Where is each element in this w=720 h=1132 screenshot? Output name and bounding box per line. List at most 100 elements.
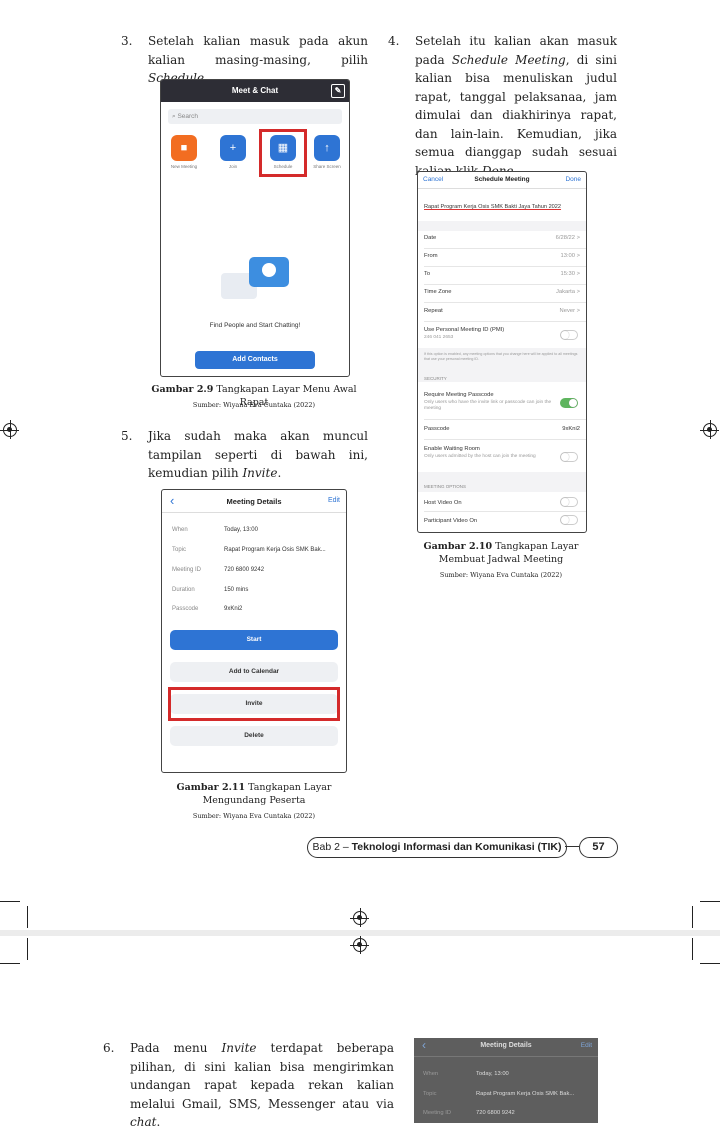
meeting-options-header: MEETING OPTIONS: [418, 472, 586, 492]
meet-chat-title: Meet & Chat: [231, 86, 279, 95]
date-value: 6/28/22 >: [555, 235, 580, 241]
step-3-number: 3.: [121, 34, 133, 48]
participant-video-toggle[interactable]: [560, 515, 578, 525]
step-5-text: Jika sudah maka akan muncul tampilan sep…: [148, 429, 368, 480]
meeting-id-label: Meeting ID: [423, 1110, 452, 1116]
schedule-meeting-screenshot: Cancel Schedule Meeting Done Rapat Progr…: [417, 171, 587, 533]
video-camera-icon: ■: [180, 142, 188, 154]
duration-value: 150 mins: [224, 587, 249, 593]
passcode-label: Passcode: [172, 606, 199, 612]
pmi-toggle[interactable]: [560, 330, 578, 340]
duration-label: Duration: [172, 587, 195, 593]
page-number: 57: [579, 837, 618, 858]
new-meeting-label: New Meeting: [170, 164, 198, 169]
time-zone-value: Jakarta >: [555, 289, 580, 295]
from-label: From: [424, 253, 438, 259]
when-label: When: [172, 527, 188, 533]
schedule-meeting-title: Schedule Meeting: [474, 176, 530, 183]
passcode-label: Passcode: [424, 426, 450, 432]
passcode-value: 9xKni2: [224, 606, 243, 612]
meeting-id-value: 720 6800 9242: [476, 1110, 515, 1116]
require-passcode-toggle[interactable]: [560, 398, 578, 408]
crop-mark: [700, 963, 720, 964]
page-gap: [0, 930, 720, 936]
registration-mark-icon: [700, 420, 719, 439]
schedule-label: Schedule: [273, 164, 293, 169]
meeting-details-screenshot: ‹ Meeting Details Edit When Today, 13:00…: [161, 489, 347, 773]
to-label: To: [424, 271, 431, 277]
step-4-number: 4.: [388, 34, 400, 48]
participant-video-label: Participant Video On: [424, 518, 478, 524]
chapter-prefix: Bab 2 –: [312, 841, 352, 853]
upload-icon: ↑: [324, 142, 330, 154]
registration-mark-icon: [0, 420, 19, 439]
meeting-id-value: 720 6800 9242: [224, 567, 265, 573]
crop-mark: [692, 938, 693, 960]
delete-button[interactable]: Delete: [170, 726, 338, 746]
passcode-value: 9xKni2: [562, 426, 580, 432]
search-placeholder: Search: [177, 113, 199, 120]
security-header: SECURITY: [418, 370, 586, 382]
compose-icon[interactable]: ✎: [331, 84, 345, 98]
add-to-calendar-button[interactable]: Add to Calendar: [170, 662, 338, 682]
edit-button[interactable]: Edit: [328, 497, 340, 504]
pmi-value: 246 041 2653: [424, 335, 454, 340]
crop-mark: [27, 906, 28, 928]
waiting-room-toggle[interactable]: [560, 452, 578, 462]
start-button[interactable]: Start: [170, 630, 338, 650]
share-screen-label: Share Screen: [313, 164, 341, 169]
new-meeting-button[interactable]: ■: [171, 135, 197, 161]
step-6-text: Pada menu Invite terdapat beberapa pilih…: [130, 1041, 394, 1129]
edit-button[interactable]: Edit: [581, 1042, 592, 1049]
to-value: 15:30 >: [560, 271, 580, 277]
crop-mark: [700, 901, 720, 902]
pmi-note: If this option is enabled, any meeting o…: [418, 348, 586, 370]
topic-value: Rapat Program Kerja Osis SMK Bak...: [224, 547, 326, 553]
plus-icon: +: [229, 142, 237, 154]
search-input[interactable]: ⌕ Search: [168, 109, 342, 124]
meeting-details-title: Meeting Details: [480, 1042, 532, 1049]
when-value: Today, 13:00: [476, 1071, 509, 1077]
join-label: Join: [228, 164, 238, 169]
repeat-label: Repeat: [424, 308, 443, 314]
footer-connector: [565, 846, 579, 847]
registration-mark-icon: [350, 908, 369, 927]
share-screen-button[interactable]: ↑: [314, 135, 340, 161]
empty-state-text: Find People and Start Chatting!: [209, 322, 301, 329]
meet-chat-header: Meet & Chat ✎: [161, 80, 349, 102]
add-contacts-button[interactable]: Add Contacts: [195, 351, 315, 369]
host-video-toggle[interactable]: [560, 497, 578, 507]
date-label: Date: [424, 235, 437, 241]
schedule-highlight: [259, 129, 307, 177]
time-zone-label: Time Zone: [424, 289, 452, 295]
smile-icon: [262, 263, 276, 277]
figure-2-11-source: Sumber: Wiyana Eva Cuntaka (2022): [192, 812, 316, 820]
join-button[interactable]: +: [220, 135, 246, 161]
meeting-id-label: Meeting ID: [172, 567, 202, 573]
meeting-topic-input[interactable]: Rapat Program Kerja Osis SMK Bakti Jaya …: [424, 204, 561, 210]
figure-2-9-source: Sumber: Wiyana Eva Cuntaka (2022): [192, 401, 316, 409]
topic-label: Topic: [172, 547, 187, 553]
pmi-label: Use Personal Meeting ID (PMI): [424, 327, 505, 333]
when-value: Today, 13:00: [224, 527, 258, 533]
topic-value: Rapat Program Kerja Osis SMK Bak...: [476, 1091, 575, 1097]
step-5-number: 5.: [121, 429, 133, 443]
crop-mark: [27, 938, 28, 960]
done-button[interactable]: Done: [565, 176, 581, 183]
waiting-room-label: Enable Waiting Room: [424, 446, 480, 452]
crop-mark: [0, 901, 20, 902]
step-4-text: Setelah itu kalian akan masuk pada Sched…: [415, 34, 617, 178]
figure-2-11-caption: Gambar 2.11 Tangkapan Layar Mengundang Pe…: [176, 782, 332, 806]
chapter-title: Teknologi Informasi dan Komunikasi (TIK): [351, 841, 562, 853]
meeting-details-invite-screenshot: ‹ Meeting Details Edit When Today, 13:00…: [414, 1038, 598, 1123]
topic-label: Topic: [423, 1091, 437, 1097]
crop-mark: [0, 963, 20, 964]
figure-2-10-source: Sumber: Wiyana Eva Cuntaka (2022): [439, 571, 563, 579]
meeting-details-title: Meeting Details: [226, 497, 282, 506]
when-label: When: [423, 1071, 439, 1077]
from-value: 13:00 >: [560, 253, 580, 259]
chapter-footer: Bab 2 – Teknologi Informasi dan Komunika…: [307, 837, 567, 858]
meet-chat-screenshot: Meet & Chat ✎ ⌕ Search ■ + ▦ ↑ New Meeti…: [160, 79, 350, 377]
step-6-number: 6.: [103, 1041, 115, 1055]
repeat-value: Never >: [559, 308, 580, 314]
